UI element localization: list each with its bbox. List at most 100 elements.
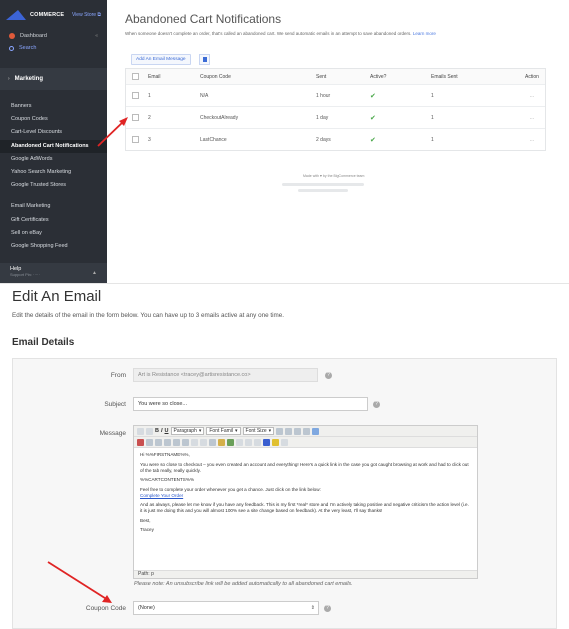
font-size-select[interactable]: Font Size ▾ bbox=[242, 427, 275, 435]
complete-order-link[interactable]: Complete Your Order bbox=[140, 493, 183, 498]
chevron-icon: › bbox=[8, 76, 10, 82]
paste-word-icon[interactable] bbox=[164, 438, 171, 446]
more-icon[interactable]: ... bbox=[519, 137, 545, 143]
edit-title: Edit An Email bbox=[12, 288, 102, 305]
email-cell: 3 bbox=[148, 136, 151, 143]
delete-button[interactable] bbox=[199, 54, 210, 65]
paragraph-select[interactable]: Paragraph ▾ bbox=[170, 427, 205, 435]
brand-name: COMMERCE bbox=[30, 12, 65, 18]
support-pin: Support Pin: ····· bbox=[10, 272, 40, 277]
sidebar-item-gift-certificates[interactable]: Gift Certificates bbox=[0, 214, 107, 227]
from-label: From bbox=[110, 372, 126, 379]
help-icon[interactable]: ? bbox=[373, 401, 380, 408]
column-header[interactable]: Emails Sent bbox=[431, 74, 519, 80]
column-header[interactable]: Sent bbox=[316, 74, 370, 80]
annotation-arrow-icon bbox=[47, 561, 112, 603]
check-icon: ✔ bbox=[370, 136, 376, 144]
notifications-table: Email Coupon Code Sent Active? Emails Se… bbox=[125, 68, 546, 151]
table-row[interactable]: 1 N/A 1 hour ✔ 1 ... bbox=[126, 84, 545, 106]
cut-icon[interactable] bbox=[137, 438, 144, 446]
sidebar-item-google-adwords[interactable]: Google AdWords bbox=[0, 153, 107, 166]
editor-toolbar-row-1: B I U Paragraph ▾ Font Famil ▾ Font Size ▾ bbox=[134, 426, 477, 437]
redo-icon[interactable] bbox=[146, 427, 153, 435]
sent-cell: 1 hour bbox=[316, 92, 331, 99]
italic-icon[interactable]: I bbox=[161, 428, 163, 434]
sidebar-item-ebay[interactable]: Sell on eBay bbox=[0, 227, 107, 240]
anchor-icon[interactable] bbox=[218, 438, 225, 446]
view-store-link[interactable]: View Store ⧉ bbox=[72, 12, 101, 18]
row-checkbox[interactable] bbox=[132, 92, 139, 99]
sidebar-item-trusted-stores[interactable]: Google Trusted Stores bbox=[0, 179, 107, 192]
sidebar-item-abandoned-cart[interactable]: Abandoned Cart Notifications bbox=[0, 139, 107, 153]
column-header[interactable]: Email bbox=[148, 74, 200, 80]
bullet-list-icon[interactable] bbox=[173, 438, 180, 446]
subject-input[interactable]: You were so close... bbox=[133, 397, 368, 411]
sidebar-item-dashboard[interactable]: Dashboard « bbox=[0, 30, 107, 42]
underline-icon[interactable]: U bbox=[165, 428, 169, 434]
collapse-icon[interactable]: « bbox=[95, 33, 98, 39]
section-title: Email Details bbox=[12, 337, 75, 348]
trash-icon bbox=[202, 57, 207, 62]
sidebar-item-label: Dashboard bbox=[20, 33, 47, 39]
message-greeting: Hi %%FIRSTNAME%%, bbox=[140, 452, 190, 457]
coupon-code-select[interactable]: (None) ⇕ bbox=[133, 601, 319, 615]
highlight-icon[interactable] bbox=[272, 438, 279, 446]
copy-icon[interactable] bbox=[146, 438, 153, 446]
message-paragraph: Best, bbox=[140, 517, 151, 523]
message-editor[interactable]: B I U Paragraph ▾ Font Famil ▾ Font Size ▾ … bbox=[133, 425, 478, 579]
link-icon[interactable] bbox=[209, 438, 216, 446]
message-paragraph: And as always, please let me know if you… bbox=[140, 502, 469, 513]
coupon-cell: CheckoutAlready bbox=[200, 114, 239, 121]
sidebar-item-banners[interactable]: Banners bbox=[0, 100, 107, 113]
help-icon[interactable]: ? bbox=[324, 605, 331, 612]
bold-icon[interactable]: B bbox=[155, 428, 159, 434]
check-icon: ✔ bbox=[370, 114, 376, 122]
sidebar-help[interactable]: Help Support Pin: ····· ▲ bbox=[0, 263, 107, 283]
paste-icon[interactable] bbox=[155, 438, 162, 446]
learn-more-link[interactable]: Learn more bbox=[413, 31, 436, 36]
number-list-icon[interactable] bbox=[182, 438, 189, 446]
sidebar-item-label: Search bbox=[19, 45, 37, 51]
indent-icon[interactable] bbox=[200, 438, 207, 446]
more-icon[interactable]: ... bbox=[519, 93, 545, 99]
sidebar-item-email-marketing[interactable]: Email Marketing bbox=[0, 200, 107, 213]
coupon-cell: LastChance bbox=[200, 136, 227, 143]
help-icon[interactable]: ? bbox=[325, 372, 332, 379]
align-justify-icon[interactable] bbox=[303, 427, 311, 435]
sidebar-item-yahoo-search[interactable]: Yahoo Search Marketing bbox=[0, 166, 107, 179]
table-row[interactable]: 3 LastChance 2 days ✔ 1 ... bbox=[126, 128, 545, 150]
sidebar-header: COMMERCE View Store ⧉ bbox=[0, 0, 107, 30]
sidebar-section-marketing[interactable]: › Marketing bbox=[0, 68, 107, 90]
footer-text: Made with ♥ by the BigCommerce team bbox=[303, 174, 365, 178]
editor-path: Path: p bbox=[134, 570, 477, 578]
more-icon[interactable]: ... bbox=[519, 115, 545, 121]
remove-format-icon[interactable] bbox=[254, 438, 261, 446]
add-email-button[interactable]: Add An Email Message bbox=[131, 54, 191, 65]
emails-sent-cell: 1 bbox=[431, 92, 434, 99]
hr-icon[interactable] bbox=[245, 438, 252, 446]
column-header[interactable]: Coupon Code bbox=[200, 74, 316, 80]
sidebar-item-search[interactable]: Search bbox=[0, 42, 107, 54]
more-icon[interactable] bbox=[281, 438, 288, 446]
message-paragraph: %%CARTCONTENTS%% bbox=[140, 477, 195, 482]
source-icon[interactable] bbox=[312, 427, 320, 435]
email-cell: 2 bbox=[148, 114, 151, 121]
sidebar-item-coupon-codes[interactable]: Coupon Codes bbox=[0, 113, 107, 126]
text-color-icon[interactable] bbox=[263, 438, 270, 446]
outdent-icon[interactable] bbox=[191, 438, 198, 446]
select-all-checkbox[interactable] bbox=[132, 73, 139, 80]
font-family-select[interactable]: Font Famil ▾ bbox=[206, 427, 241, 435]
sidebar-item-cart-discounts[interactable]: Cart-Level Discounts bbox=[0, 126, 107, 139]
undo-icon[interactable] bbox=[137, 427, 144, 435]
align-left-icon[interactable] bbox=[276, 427, 284, 435]
editor-content[interactable]: Hi %%FIRSTNAME%%, You were so close to c… bbox=[134, 448, 477, 541]
align-right-icon[interactable] bbox=[294, 427, 302, 435]
image-icon[interactable] bbox=[227, 438, 234, 446]
bigcommerce-logo-icon[interactable] bbox=[6, 10, 26, 20]
sidebar-item-shopping-feed[interactable]: Google Shopping Feed bbox=[0, 240, 107, 253]
table-icon[interactable] bbox=[236, 438, 243, 446]
column-header[interactable]: Active? bbox=[370, 74, 431, 80]
footer-blurred-line bbox=[282, 183, 364, 186]
table-row[interactable]: 2 CheckoutAlready 1 day ✔ 1 ... bbox=[126, 106, 545, 128]
align-center-icon[interactable] bbox=[285, 427, 293, 435]
